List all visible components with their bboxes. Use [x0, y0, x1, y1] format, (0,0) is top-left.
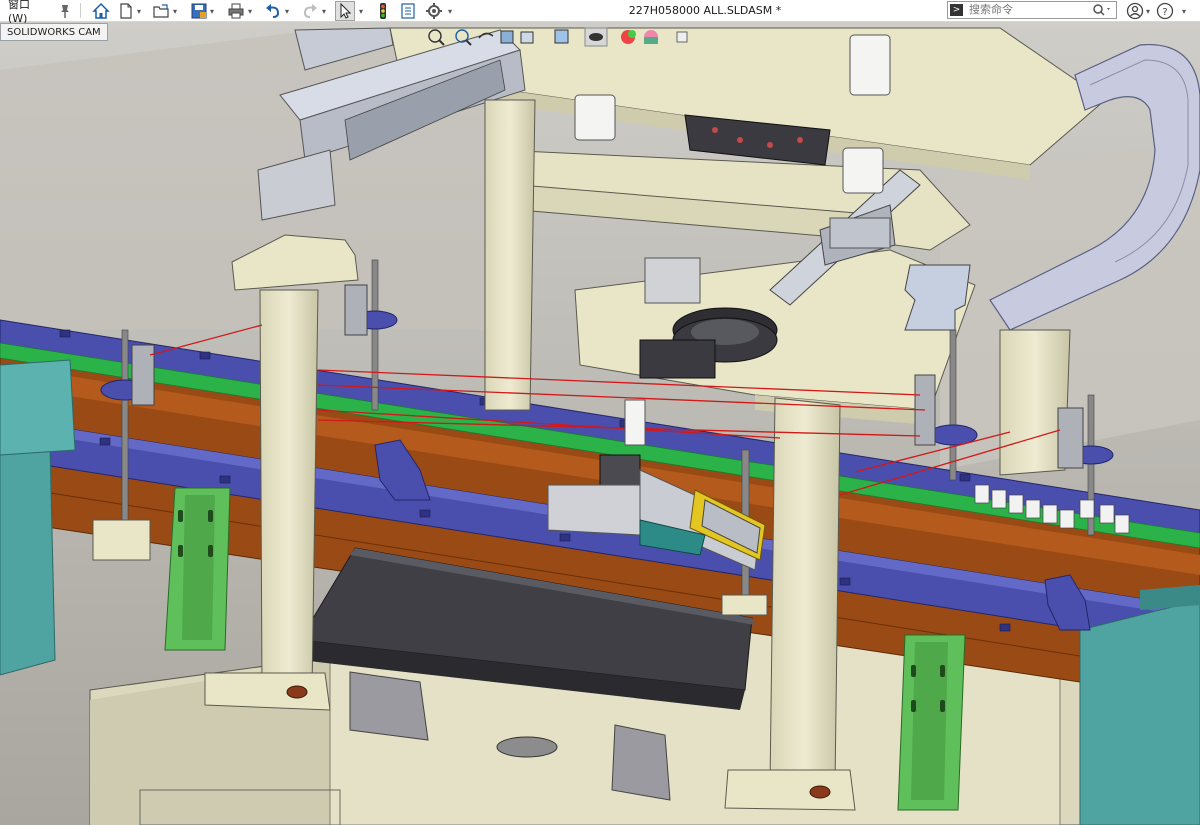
- select-dropdown-chevron-icon[interactable]: ▾: [357, 2, 365, 20]
- command-prompt-icon: >: [950, 4, 963, 16]
- graphics-viewport[interactable]: [0, 22, 1200, 825]
- zoom-area-icon[interactable]: [455, 29, 472, 46]
- print-icon[interactable]: [227, 2, 245, 20]
- help-icon[interactable]: ?: [1156, 2, 1174, 20]
- search-icon[interactable]: [1090, 2, 1114, 18]
- heads-up-view-toolbar: [428, 27, 688, 47]
- dynamic-annotation-icon[interactable]: [520, 31, 534, 44]
- gear-icon[interactable]: [425, 2, 443, 20]
- title-bar: 窗口(W) ▾ ▾ ▾ ▾ ▾ ▾ ▾ ▾ 227H058000 ALL.SLD…: [0, 0, 1200, 25]
- document-title: 227H058000 ALL.SLDASM *: [628, 4, 782, 17]
- search-commands-box[interactable]: >: [947, 1, 1117, 19]
- assembly-model: [0, 22, 1200, 825]
- appearance-icon[interactable]: [621, 30, 636, 44]
- zoom-to-fit-icon[interactable]: [428, 29, 445, 46]
- svg-text:?: ?: [1162, 7, 1167, 18]
- tab-solidworks-cam[interactable]: SOLIDWORKS CAM: [0, 23, 108, 41]
- undo-dropdown-chevron-icon[interactable]: ▾: [283, 2, 291, 20]
- help-dropdown-chevron-icon[interactable]: ▾: [1180, 2, 1188, 20]
- select-arrow-icon[interactable]: [335, 1, 355, 21]
- options-dropdown-chevron-icon[interactable]: ▾: [446, 2, 454, 20]
- view-orientation-icon[interactable]: [554, 29, 569, 44]
- previous-view-icon[interactable]: [478, 32, 494, 39]
- window-menu[interactable]: 窗口(W): [8, 0, 48, 25]
- scene-icon[interactable]: [644, 30, 658, 44]
- rebuild-traffic-light-icon[interactable]: [374, 2, 392, 20]
- user-dropdown-chevron-icon[interactable]: ▾: [1144, 2, 1152, 20]
- home-icon[interactable]: [92, 2, 110, 20]
- undo-icon[interactable]: [264, 2, 282, 20]
- user-icon[interactable]: [1126, 2, 1144, 20]
- new-dropdown-chevron-icon[interactable]: ▾: [135, 2, 143, 20]
- file-properties-icon[interactable]: [399, 2, 417, 20]
- open-folder-icon[interactable]: [152, 2, 170, 20]
- save-icon[interactable]: [190, 2, 208, 20]
- display-style-icon[interactable]: [584, 27, 608, 47]
- open-dropdown-chevron-icon[interactable]: ▾: [171, 2, 179, 20]
- section-view-icon[interactable]: [500, 30, 514, 44]
- display-settings-icon[interactable]: [676, 31, 688, 43]
- redo-icon[interactable]: [301, 2, 319, 20]
- print-dropdown-chevron-icon[interactable]: ▾: [246, 2, 254, 20]
- pin-icon[interactable]: [56, 2, 74, 20]
- redo-dropdown-chevron-icon[interactable]: ▾: [320, 2, 328, 20]
- new-document-icon[interactable]: [117, 2, 135, 20]
- save-dropdown-chevron-icon[interactable]: ▾: [208, 2, 216, 20]
- toolbar-separator: [80, 3, 81, 18]
- search-input[interactable]: [969, 2, 1089, 18]
